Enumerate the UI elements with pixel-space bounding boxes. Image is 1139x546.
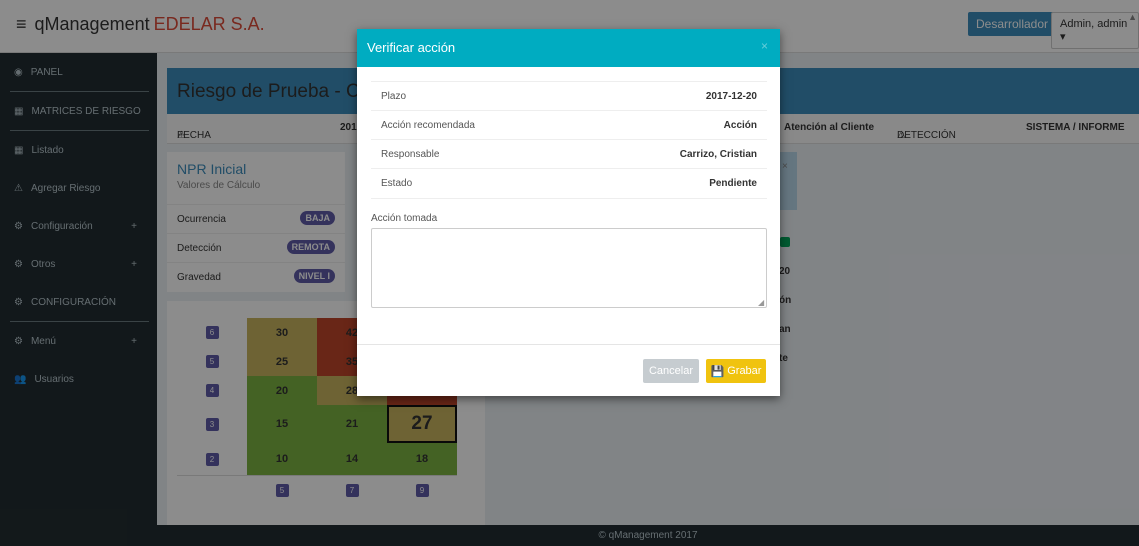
action-taken-label: Acción tomada [371,213,438,224]
action-taken-textarea[interactable] [371,228,767,308]
cancel-button[interactable]: Cancelar [643,359,699,383]
save-button-label: Grabar [727,365,762,377]
verify-action-modal: Verificar acción × Plazo 2017-12-20 Acci… [357,29,780,396]
detail-row-plazo: Plazo 2017-12-20 [371,81,767,111]
modal-title: Verificar acción [367,40,456,55]
detail-value: Pendiente [709,178,757,189]
modal-footer-divider [357,344,780,345]
detail-value: 2017-12-20 [705,91,757,102]
floppy-disk-icon: 💾 [710,365,725,378]
detail-label: Estado [381,178,413,189]
detail-row-accion: Acción recomendada Acción [371,110,767,140]
modal-header: Verificar acción × [357,29,780,67]
detail-row-estado: Estado Pendiente [371,168,767,199]
detail-value: Acción [723,120,757,131]
detail-label: Plazo [381,91,407,102]
save-button[interactable]: 💾 Grabar [706,359,766,383]
detail-label: Responsable [381,149,440,160]
detail-row-responsable: Responsable Carrizo, Cristian [371,139,767,169]
close-icon[interactable]: × [761,39,768,53]
detail-value: Carrizo, Cristian [679,149,757,160]
detail-label: Acción recomendada [381,120,475,131]
